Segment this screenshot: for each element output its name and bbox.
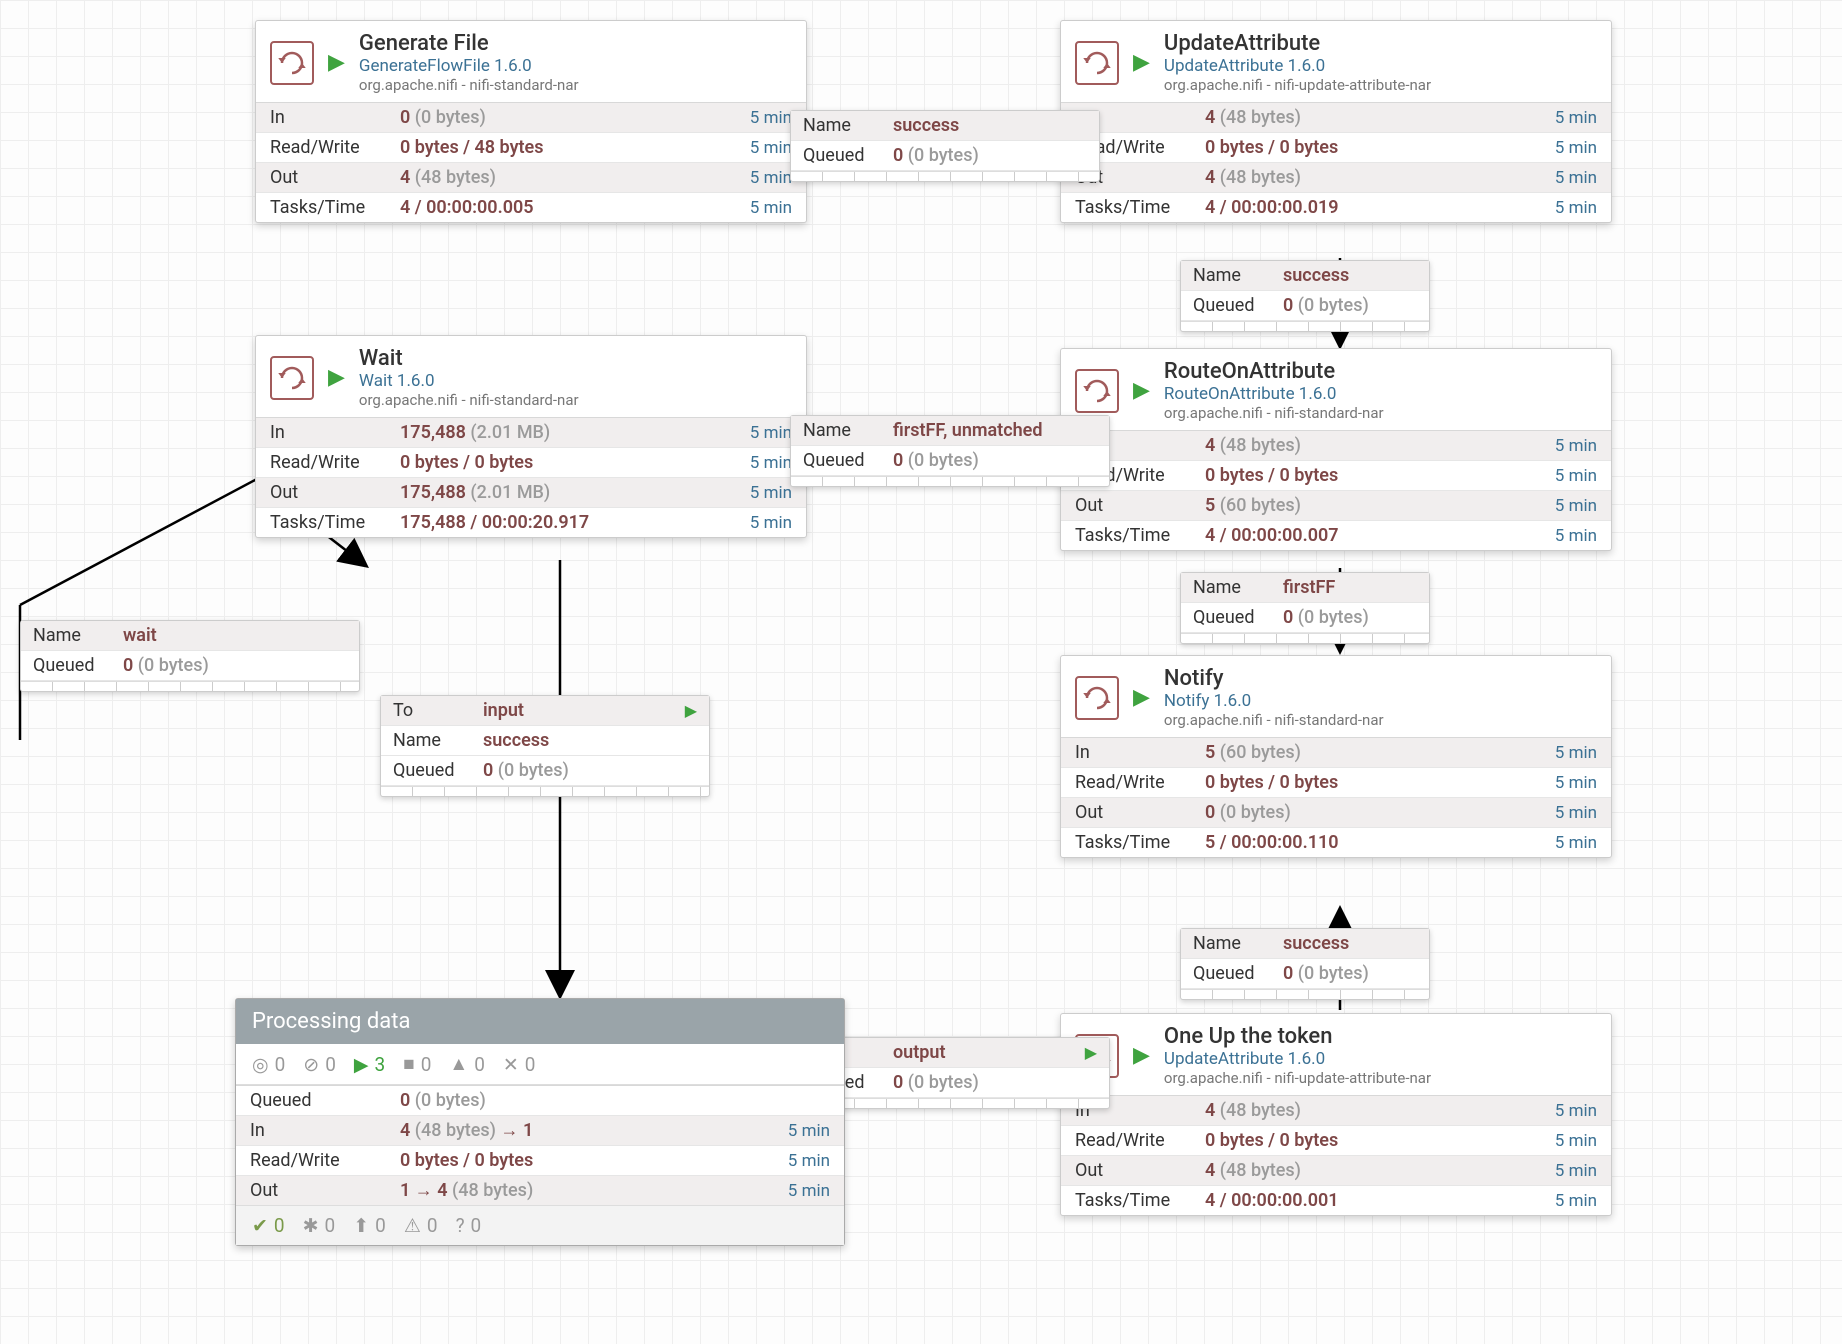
processor-bundle: org.apache.nifi - nifi-update-attribute-… <box>1164 1069 1431 1087</box>
processor-generate-file[interactable]: ▶ Generate File GenerateFlowFile 1.6.0 o… <box>255 20 807 223</box>
exclamation-circle-icon: ⚠ <box>404 1214 421 1237</box>
connection-wait-self[interactable]: Namewait Queued0 (0 bytes) <box>20 620 360 692</box>
processor-wait[interactable]: ▶ Wait Wait 1.6.0 org.apache.nifi - nifi… <box>255 335 807 538</box>
processor-title: One Up the token <box>1164 1024 1431 1049</box>
tools-icon: ✕ <box>503 1053 519 1076</box>
bullseye-slash-icon: ⊘ <box>303 1053 319 1076</box>
stop-icon: ■ <box>403 1052 414 1076</box>
play-icon: ▶ <box>354 1053 369 1076</box>
stopped-count: ■0 <box>403 1052 431 1076</box>
arrow-up-circle-icon: ⬆ <box>353 1214 369 1237</box>
port-run-icon: ▶ <box>1085 1045 1097 1061</box>
connection-firstff-unmatched-route-to-wait[interactable]: NamefirstFF, unmatched Queued0 (0 bytes) <box>790 415 1110 487</box>
run-status-icon: ▶ <box>328 52 345 74</box>
processor-title: Generate File <box>359 31 579 56</box>
disabled-count: ✕0 <box>503 1053 536 1076</box>
processor-title: Wait <box>359 346 579 371</box>
bullseye-icon: ◎ <box>252 1053 269 1076</box>
run-status-icon: ▶ <box>1133 687 1150 709</box>
processor-icon <box>1075 676 1119 720</box>
processor-update-attribute[interactable]: ▶ UpdateAttribute UpdateAttribute 1.6.0 … <box>1060 20 1612 223</box>
run-status-icon: ▶ <box>1133 52 1150 74</box>
invalid-count: ▲0 <box>449 1052 485 1076</box>
processor-bundle: org.apache.nifi - nifi-standard-nar <box>1164 711 1384 729</box>
connection-wait-to-input[interactable]: Toinput▶ Namesuccess Queued0 (0 bytes) <box>380 695 710 797</box>
locally-modified-and-stale-count: ⚠0 <box>404 1214 438 1237</box>
stale-count: ⬆0 <box>353 1214 386 1237</box>
processor-bundle: org.apache.nifi - nifi-standard-nar <box>359 76 579 94</box>
processor-one-up-the-token[interactable]: ▶ One Up the token UpdateAttribute 1.6.0… <box>1060 1013 1612 1216</box>
up-to-date-count: ✔0 <box>252 1214 285 1237</box>
processor-type: UpdateAttribute 1.6.0 <box>1164 56 1431 76</box>
processor-bundle: org.apache.nifi - nifi-update-attribute-… <box>1164 76 1431 94</box>
process-group-title: Processing data <box>236 999 844 1044</box>
sync-failure-count: ?0 <box>456 1214 482 1237</box>
not-transmitting-count: ⊘0 <box>303 1053 336 1076</box>
check-icon: ✔ <box>252 1214 268 1237</box>
port-run-icon: ▶ <box>685 703 697 719</box>
process-group-status-bar: ◎0 ⊘0 ▶3 ■0 ▲0 ✕0 <box>236 1044 844 1085</box>
processor-bundle: org.apache.nifi - nifi-standard-nar <box>1164 404 1384 422</box>
processor-type: Notify 1.6.0 <box>1164 691 1384 711</box>
connection-success-ua-to-route[interactable]: Namesuccess Queued0 (0 bytes) <box>1180 260 1430 332</box>
transmitting-count: ◎0 <box>252 1053 285 1076</box>
question-icon: ? <box>456 1214 465 1237</box>
processor-bundle: org.apache.nifi - nifi-standard-nar <box>359 391 579 409</box>
run-status-icon: ▶ <box>1133 1045 1150 1067</box>
connection-success-gen-to-ua[interactable]: Namesuccess Queued0 (0 bytes) <box>790 110 1100 182</box>
warning-icon: ▲ <box>449 1052 468 1076</box>
processor-type: GenerateFlowFile 1.6.0 <box>359 56 579 76</box>
locally-modified-count: ✱0 <box>303 1214 336 1237</box>
processor-type: Wait 1.6.0 <box>359 371 579 391</box>
processor-icon <box>270 41 314 85</box>
run-status-icon: ▶ <box>1133 380 1150 402</box>
processor-title: UpdateAttribute <box>1164 31 1431 56</box>
process-group-processing-data[interactable]: Processing data ◎0 ⊘0 ▶3 ■0 ▲0 ✕0 Queued… <box>235 998 845 1246</box>
processor-icon <box>1075 369 1119 413</box>
run-status-icon: ▶ <box>328 367 345 389</box>
processor-notify[interactable]: ▶ Notify Notify 1.6.0 org.apache.nifi - … <box>1060 655 1612 858</box>
processor-type: RouteOnAttribute 1.6.0 <box>1164 384 1384 404</box>
processor-title: Notify <box>1164 666 1384 691</box>
connection-success-oneup-to-notify[interactable]: Namesuccess Queued0 (0 bytes) <box>1180 928 1430 1000</box>
connection-firstff-route-to-notify[interactable]: NamefirstFF Queued0 (0 bytes) <box>1180 572 1430 644</box>
processor-icon <box>1075 41 1119 85</box>
running-count: ▶3 <box>354 1053 385 1076</box>
asterisk-icon: ✱ <box>303 1214 319 1237</box>
processor-route-on-attribute[interactable]: ▶ RouteOnAttribute RouteOnAttribute 1.6.… <box>1060 348 1612 551</box>
processor-type: UpdateAttribute 1.6.0 <box>1164 1049 1431 1069</box>
processor-title: RouteOnAttribute <box>1164 359 1384 384</box>
processor-icon <box>270 356 314 400</box>
process-group-version-bar: ✔0 ✱0 ⬆0 ⚠0 ?0 <box>236 1205 844 1245</box>
